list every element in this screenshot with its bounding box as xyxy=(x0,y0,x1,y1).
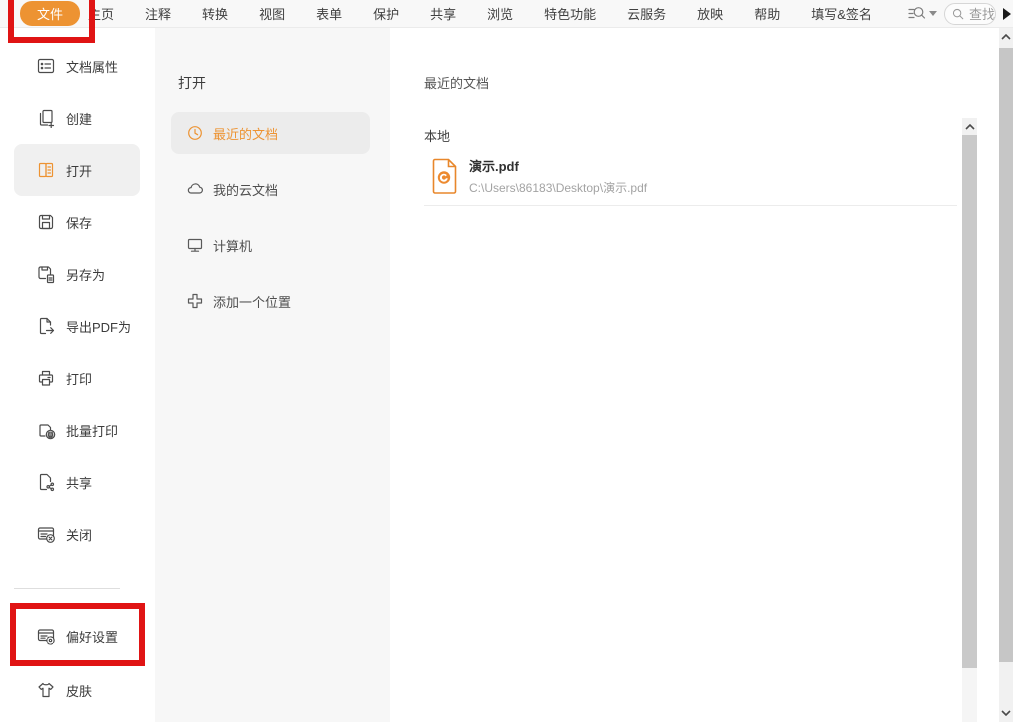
open-panel-title: 打开 xyxy=(178,73,390,93)
sidebar-item-export-pdf[interactable]: 导出PDF为 xyxy=(0,300,155,352)
tab-browse[interactable]: 浏览 xyxy=(487,4,513,23)
close-document-icon xyxy=(36,524,56,544)
sidebar-item-label: 另存为 xyxy=(66,265,105,284)
scroll-up-button[interactable] xyxy=(999,28,1013,46)
sidebar-item-label: 创建 xyxy=(66,109,92,128)
scrollbar-thumb[interactable] xyxy=(999,48,1013,662)
sidebar-item-document-properties[interactable]: 文档属性 xyxy=(0,40,155,92)
share-icon xyxy=(36,472,56,492)
find-icon xyxy=(907,4,927,24)
file-menu-sidebar: 文档属性 创建 打开 保存 xyxy=(0,28,155,722)
sidebar-item-label: 打开 xyxy=(66,161,92,180)
tab-protect[interactable]: 保护 xyxy=(373,4,399,23)
sidebar-item-preferences[interactable]: 偏好设置 xyxy=(0,610,155,662)
skin-tshirt-icon xyxy=(36,680,56,700)
quick-find-button[interactable] xyxy=(907,4,937,24)
tab-comment[interactable]: 注释 xyxy=(145,4,171,23)
sidebar-item-skin[interactable]: 皮肤 xyxy=(0,664,155,716)
tab-file[interactable]: 文件 xyxy=(20,1,80,26)
open-item-computer[interactable]: 计算机 xyxy=(171,224,370,266)
sidebar-item-label: 皮肤 xyxy=(66,681,92,700)
search-text: 查找 xyxy=(969,4,995,23)
window-scrollbar xyxy=(999,28,1013,722)
clock-icon xyxy=(186,124,204,142)
computer-icon xyxy=(186,236,204,254)
tab-convert[interactable]: 转换 xyxy=(202,4,228,23)
menu-bar: 文件 主页 注释 转换 视图 表单 保护 共享 浏览 特色功能 云服务 放映 帮… xyxy=(0,0,1013,28)
document-properties-icon xyxy=(36,56,56,76)
menu-bar-right: 查找 xyxy=(907,3,1013,25)
tab-help[interactable]: 帮助 xyxy=(754,4,780,23)
recent-documents-title: 最近的文档 xyxy=(424,73,962,92)
sidebar-item-label: 偏好设置 xyxy=(66,627,118,646)
preferences-icon xyxy=(36,626,56,646)
scroll-up-button[interactable] xyxy=(962,118,977,135)
menu-overflow-arrow-icon[interactable] xyxy=(1003,8,1011,20)
search-input[interactable]: 查找 xyxy=(944,3,996,25)
recent-list-scrollbar xyxy=(962,118,977,722)
batch-print-icon xyxy=(36,420,56,440)
open-item-add-a-place[interactable]: 添加一个位置 xyxy=(171,280,370,322)
recent-file-item[interactable]: 演示.pdf C:\Users\86183\Desktop\演示.pdf xyxy=(431,153,962,199)
open-item-my-cloud-documents[interactable]: 我的云文档 xyxy=(171,168,370,210)
pdf-file-icon xyxy=(431,157,459,195)
open-panel: 打开 最近的文档 我的云文档 计算机 添加一个位置 xyxy=(155,28,390,722)
open-item-label: 我的云文档 xyxy=(213,180,278,199)
tab-home[interactable]: 主页 xyxy=(88,4,114,23)
sidebar-item-save[interactable]: 保存 xyxy=(0,196,155,248)
cloud-icon xyxy=(186,180,204,198)
search-icon xyxy=(951,7,965,21)
scrollbar-thumb[interactable] xyxy=(962,135,977,668)
file-list-divider xyxy=(424,205,957,206)
save-icon xyxy=(36,212,56,232)
sidebar-item-create[interactable]: 创建 xyxy=(0,92,155,144)
sidebar-item-label: 导出PDF为 xyxy=(66,317,131,336)
tab-fill-sign[interactable]: 填写&签名 xyxy=(811,4,872,23)
sidebar-item-save-as[interactable]: 另存为 xyxy=(0,248,155,300)
sidebar-item-label: 保存 xyxy=(66,213,92,232)
file-info: 演示.pdf C:\Users\86183\Desktop\演示.pdf xyxy=(469,156,647,196)
sidebar-item-open[interactable]: 打开 xyxy=(14,144,140,196)
tab-form[interactable]: 表单 xyxy=(316,4,342,23)
local-section-label: 本地 xyxy=(424,126,962,145)
sidebar-item-label: 打印 xyxy=(66,369,92,388)
print-icon xyxy=(36,368,56,388)
add-place-icon xyxy=(186,292,204,310)
tab-share[interactable]: 共享 xyxy=(430,4,456,23)
open-item-label: 计算机 xyxy=(213,236,252,255)
scroll-down-button[interactable] xyxy=(999,704,1013,722)
tab-slideshow[interactable]: 放映 xyxy=(697,4,723,23)
chevron-down-icon xyxy=(1001,710,1011,716)
sidebar-item-close[interactable]: 关闭 xyxy=(0,508,155,560)
sidebar-item-label: 关闭 xyxy=(66,525,92,544)
chevron-up-icon xyxy=(1001,34,1011,40)
sidebar-item-label: 文档属性 xyxy=(66,57,118,76)
save-as-icon xyxy=(36,264,56,284)
open-item-label: 最近的文档 xyxy=(213,124,278,143)
sidebar-item-batch-print[interactable]: 批量打印 xyxy=(0,404,155,456)
open-item-label: 添加一个位置 xyxy=(213,292,291,311)
file-path: C:\Users\86183\Desktop\演示.pdf xyxy=(469,179,647,196)
sidebar-divider xyxy=(14,588,120,589)
tab-view[interactable]: 视图 xyxy=(259,4,285,23)
recent-documents-panel: 最近的文档 本地 演示.pdf C:\Users\86183\Desktop\演… xyxy=(390,28,962,722)
create-icon xyxy=(36,108,56,128)
export-pdf-icon xyxy=(36,316,56,336)
chevron-down-icon xyxy=(929,11,937,16)
sidebar-item-share[interactable]: 共享 xyxy=(0,456,155,508)
sidebar-item-label: 共享 xyxy=(66,473,92,492)
chevron-up-icon xyxy=(965,124,975,130)
pdf-editor-window: 文件 主页 注释 转换 视图 表单 保护 共享 浏览 特色功能 云服务 放映 帮… xyxy=(0,0,1013,722)
sidebar-item-label: 批量打印 xyxy=(66,421,118,440)
open-item-recent-documents[interactable]: 最近的文档 xyxy=(171,112,370,154)
open-icon xyxy=(36,160,56,180)
tab-featured[interactable]: 特色功能 xyxy=(544,4,596,23)
tab-cloud[interactable]: 云服务 xyxy=(627,4,666,23)
file-name: 演示.pdf xyxy=(469,156,647,175)
sidebar-item-print[interactable]: 打印 xyxy=(0,352,155,404)
